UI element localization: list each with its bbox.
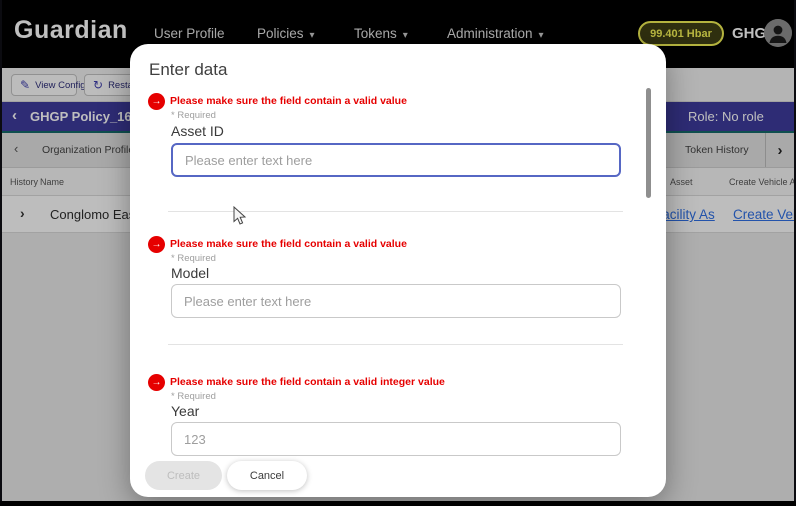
- model-required-label: * Required: [171, 253, 216, 264]
- create-button[interactable]: Create: [145, 461, 222, 490]
- year-error-text: Please make sure the field contain a val…: [170, 376, 445, 388]
- app-window: Guardian User Profile Policies▾ Tokens▾ …: [0, 0, 796, 506]
- year-input[interactable]: [171, 422, 621, 456]
- window-bottom-border: [0, 501, 796, 506]
- model-input[interactable]: [171, 284, 621, 318]
- enter-data-dialog: Enter data → Please make sure the field …: [130, 44, 666, 497]
- field-divider: [168, 344, 623, 345]
- asset-id-error-text: Please make sure the field contain a val…: [170, 95, 407, 107]
- dialog-scrollbar[interactable]: [646, 88, 651, 198]
- error-arrow-icon: →: [148, 93, 165, 110]
- year-required-label: * Required: [171, 391, 216, 402]
- asset-id-input[interactable]: [171, 143, 621, 177]
- cancel-button[interactable]: Cancel: [227, 461, 307, 490]
- dialog-title: Enter data: [149, 60, 227, 80]
- error-arrow-icon: →: [148, 236, 165, 253]
- asset-id-required-label: * Required: [171, 110, 216, 121]
- asset-id-label: Asset ID: [171, 123, 224, 139]
- mouse-cursor: [233, 206, 247, 231]
- error-arrow-icon: →: [148, 374, 165, 391]
- model-label: Model: [171, 265, 209, 281]
- model-error-text: Please make sure the field contain a val…: [170, 238, 407, 250]
- year-label: Year: [171, 403, 199, 419]
